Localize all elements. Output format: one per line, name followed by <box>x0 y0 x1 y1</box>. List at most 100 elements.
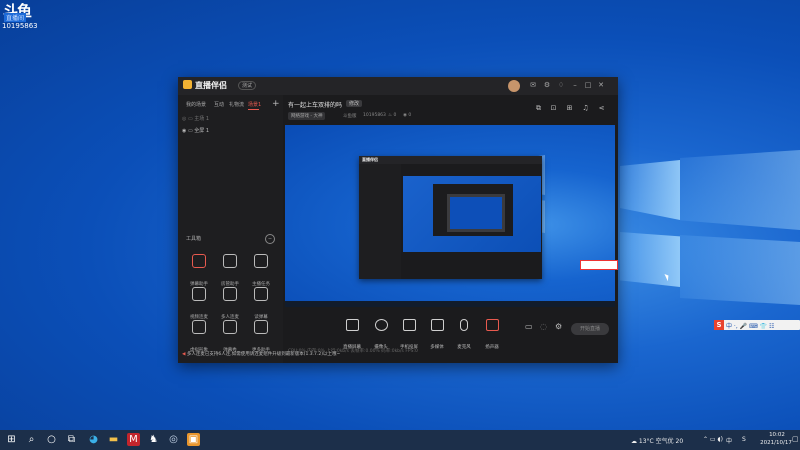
minimize-icon[interactable]: – <box>570 80 580 90</box>
message-icon[interactable]: ✉ <box>528 80 538 90</box>
desktop-red-widget <box>580 260 618 270</box>
lock-icon[interactable]: ⊡ <box>549 104 558 113</box>
record-icon[interactable]: ▭ <box>525 322 533 331</box>
avatar-icon <box>192 320 206 334</box>
platform-label: 斗鱼版 <box>343 114 357 119</box>
toolbox-title: 工具箱 <box>186 236 202 242</box>
desktop-light-beam <box>620 232 680 287</box>
ime-indicator[interactable]: 中 <box>726 436 732 445</box>
start-live-button[interactable]: 开始直播 <box>571 323 609 335</box>
sogou-icon[interactable]: S <box>714 320 724 330</box>
notice-text: 多人连麦已支持6人连,如需使用请连麦组件升级到最新版本(1.3.7.2)以上哦~ <box>186 352 341 357</box>
eye-icon[interactable]: ◉ ▭ <box>182 128 193 134</box>
copy-icon[interactable]: ⧉ <box>534 104 543 113</box>
brand-name: 直播伴侣 <box>195 81 227 90</box>
watermark-sub: 直播间 <box>4 13 27 22</box>
notice-icon: ◀ <box>182 352 186 357</box>
category-badge[interactable]: 网络游戏 - 大神 <box>288 112 326 120</box>
app-red-icon[interactable]: M <box>127 433 140 446</box>
bell-icon[interactable]: ♫ <box>581 104 590 113</box>
tool-danmaku[interactable]: 弹幕助手 <box>184 254 214 287</box>
tool-multi-mic[interactable]: 多人连麦 <box>215 287 245 320</box>
nested-left-panel <box>359 164 401 279</box>
ime-toolbar-items[interactable]: 中 ·, 🎤 ⌨ 👕 ☷ <box>726 321 774 330</box>
tab-interact[interactable]: 互动 <box>214 101 224 108</box>
share-icon[interactable]: ⋖ <box>597 104 606 113</box>
media-button[interactable]: 多媒体 <box>425 319 449 352</box>
steam-icon[interactable]: ◎ <box>167 433 180 446</box>
gear-icon[interactable]: ⚙ <box>555 322 562 331</box>
speaker-icon <box>485 319 499 331</box>
tray-icons[interactable]: ⌃ ▭ ◖) <box>703 436 723 443</box>
tab-my-scenes[interactable]: 我的场景 <box>186 101 206 108</box>
edit-title-button[interactable]: 修改 <box>346 100 363 107</box>
close-icon[interactable]: ✕ <box>596 80 606 90</box>
nested-brand: 直播伴侣 <box>362 157 378 162</box>
windows-start-icon[interactable]: ⊞ <box>5 433 18 446</box>
tool-more[interactable]: 更多助手 <box>246 320 276 353</box>
tool-virtual-avatar[interactable]: 虚拟形象 <box>184 320 214 353</box>
file-explorer-icon[interactable]: ▬ <box>107 433 120 446</box>
tab-scene-1[interactable]: 场景1 <box>248 101 261 108</box>
search-icon[interactable]: ⌕ <box>25 433 38 446</box>
scene-row-1[interactable]: ◎ ▭ 主场 1 <box>182 115 209 122</box>
cortana-icon[interactable]: ○ <box>45 433 58 446</box>
nested-title-bar: 直播伴侣 <box>359 156 542 164</box>
fans-count-value: 0 <box>393 113 397 118</box>
settings-icon[interactable]: ⚙ <box>542 80 552 90</box>
skin-icon[interactable]: ♢ <box>556 80 566 90</box>
live-companion-icon[interactable]: ▣ <box>187 433 200 446</box>
scene-row-label: 全屏 1 <box>194 128 210 134</box>
weather-widget[interactable]: ☁ 13°C 空气优 20 <box>631 436 683 445</box>
app-brand: 直播伴侣 <box>183 80 227 91</box>
speaker-button[interactable]: 扬声器 <box>480 319 504 352</box>
monitor-icon <box>345 319 359 331</box>
danmaku-icon <box>192 254 206 268</box>
clock-time[interactable]: 10:02 <box>762 432 792 438</box>
desktop-light-beam <box>680 235 800 305</box>
pause-icon[interactable]: ◌ <box>540 322 547 331</box>
nested-toolbar <box>403 253 541 263</box>
tab-gift-flow[interactable]: 礼物流 <box>229 101 244 108</box>
tool-room-manager[interactable]: 房管助手 <box>215 254 245 287</box>
layout-icon[interactable]: ⊞ <box>565 104 574 113</box>
tool-read-danmaku[interactable]: 读弹幕 <box>246 287 276 320</box>
nested-preview <box>403 176 541 252</box>
stream-preview[interactable]: 直播伴侣 <box>285 125 615 307</box>
task-view-icon[interactable]: ⧉ <box>65 433 78 446</box>
edge-icon[interactable]: ◕ <box>87 433 100 446</box>
title-bar[interactable]: 直播伴侣 测试 ✉ ⚙ ♢ – □ ✕ <box>178 77 618 95</box>
clock-date[interactable]: 2021/10/17 <box>756 440 796 446</box>
add-scene-button[interactable]: + <box>272 99 280 109</box>
sogou-tray-icon[interactable]: S <box>742 436 746 443</box>
stream-title: 有一起上车双排的吗 <box>288 102 343 109</box>
viewer-count-value: 0 <box>408 113 412 118</box>
brand-tag[interactable]: 测试 <box>238 81 257 90</box>
watermark-room-id: 10195863 <box>2 22 38 30</box>
toolbox-collapse-icon[interactable]: − <box>265 234 275 244</box>
notification-icon[interactable]: ▢ <box>792 435 799 443</box>
tool-tasks[interactable]: 主播任务 <box>246 254 276 287</box>
avatar[interactable] <box>508 80 520 92</box>
fans-count: ♨ 0 <box>388 113 397 118</box>
video-mic-icon <box>192 287 206 301</box>
tool-label: 麦克风 <box>457 345 471 350</box>
multi-mic-icon <box>223 287 237 301</box>
microphone-button[interactable]: 麦克风 <box>452 319 476 352</box>
scene-row-2[interactable]: ◉ ▭ 全屏 1 <box>182 127 209 134</box>
maximize-icon[interactable]: □ <box>583 80 593 90</box>
desktop-light-beam <box>680 150 800 230</box>
tool-label: 扬声器 <box>485 345 499 350</box>
user-icon <box>223 254 237 268</box>
read-danmaku-icon <box>254 287 268 301</box>
more-icon <box>254 320 268 334</box>
tool-video-mic[interactable]: 视频连麦 <box>184 287 214 320</box>
media-icon <box>430 319 444 331</box>
microphone-icon <box>460 319 468 331</box>
tool-danmaku-show[interactable]: 弹幕秀 <box>215 320 245 353</box>
notice-bar[interactable]: ◀ 多人连麦已支持6人连,如需使用请连麦组件升级到最新版本(1.3.7.2)以上… <box>182 351 340 357</box>
app-figure-icon[interactable]: ♞ <box>147 433 160 446</box>
eye-icon[interactable]: ◎ ▭ <box>182 116 193 122</box>
cloud-icon: ☁ <box>631 438 637 445</box>
nested-window <box>433 184 513 236</box>
